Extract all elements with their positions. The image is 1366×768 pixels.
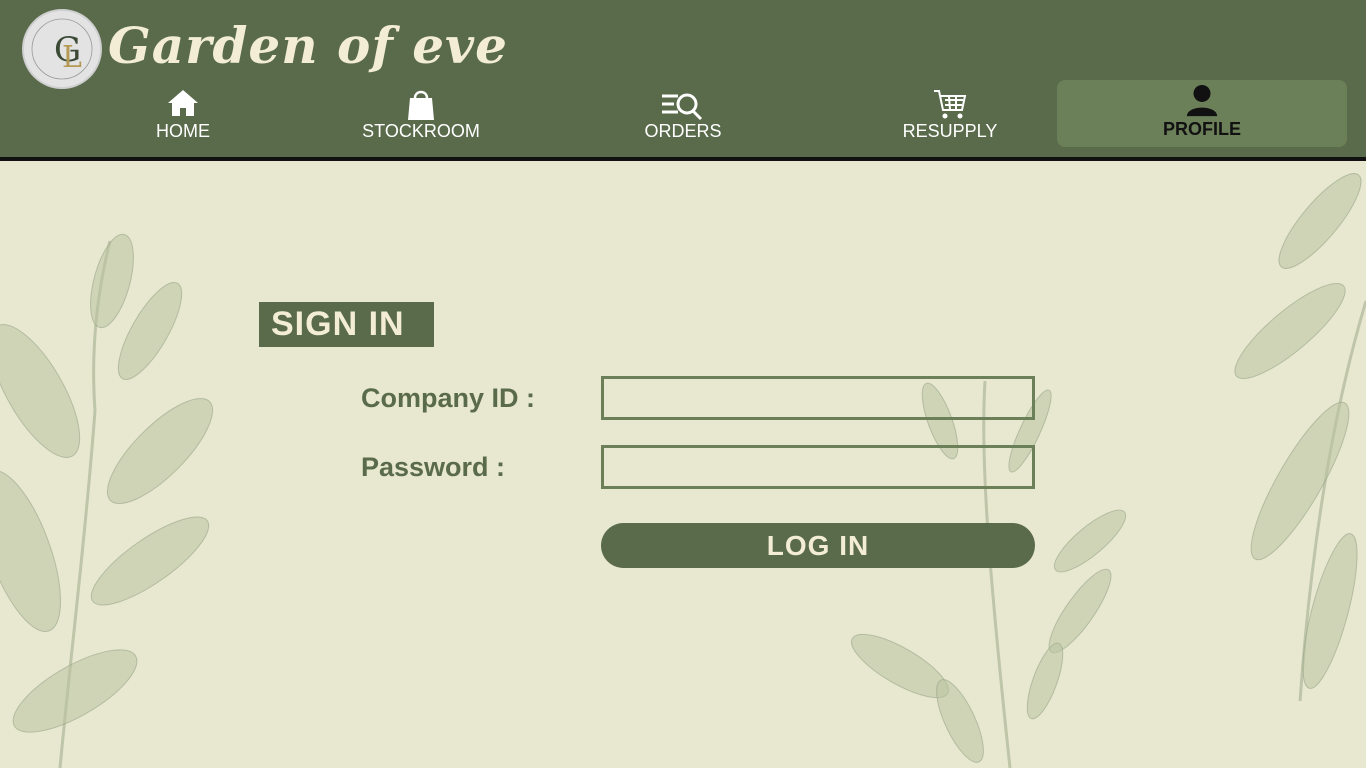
company-id-label: Company ID :	[361, 383, 536, 413]
nav-item-resupply[interactable]: RESUPPLY	[890, 86, 1010, 146]
password-label: Password :	[361, 452, 506, 482]
log-in-button[interactable]: LOG IN	[601, 523, 1035, 568]
svg-text:L: L	[62, 40, 82, 75]
password-input[interactable]	[601, 445, 1035, 489]
nav-item-orders[interactable]: ORDERS	[633, 86, 733, 146]
home-icon	[168, 90, 198, 116]
brand-name: Garden of eve	[108, 16, 508, 75]
logo-icon[interactable]: G L	[22, 9, 102, 89]
top-navigation-bar: G L Garden of eve HOME STOCKROOM ORDERS …	[0, 0, 1366, 161]
nav-label-resupply: RESUPPLY	[902, 121, 998, 141]
company-id-input[interactable]	[601, 376, 1035, 420]
nav-label-home: HOME	[156, 121, 210, 141]
user-icon	[1186, 84, 1218, 117]
nav-item-profile[interactable]: PROFILE	[1057, 80, 1347, 147]
nav-label-stockroom: STOCKROOM	[362, 121, 480, 141]
cart-icon	[934, 90, 967, 119]
nav-label-profile: PROFILE	[1162, 119, 1241, 139]
nav-item-stockroom[interactable]: STOCKROOM	[351, 86, 491, 146]
nav-item-home[interactable]: HOME	[133, 86, 233, 146]
sign-in-title: SIGN IN	[259, 302, 434, 347]
shopping-bag-icon	[408, 90, 434, 120]
nav-label-orders: ORDERS	[644, 121, 722, 141]
search-list-icon	[662, 93, 703, 120]
